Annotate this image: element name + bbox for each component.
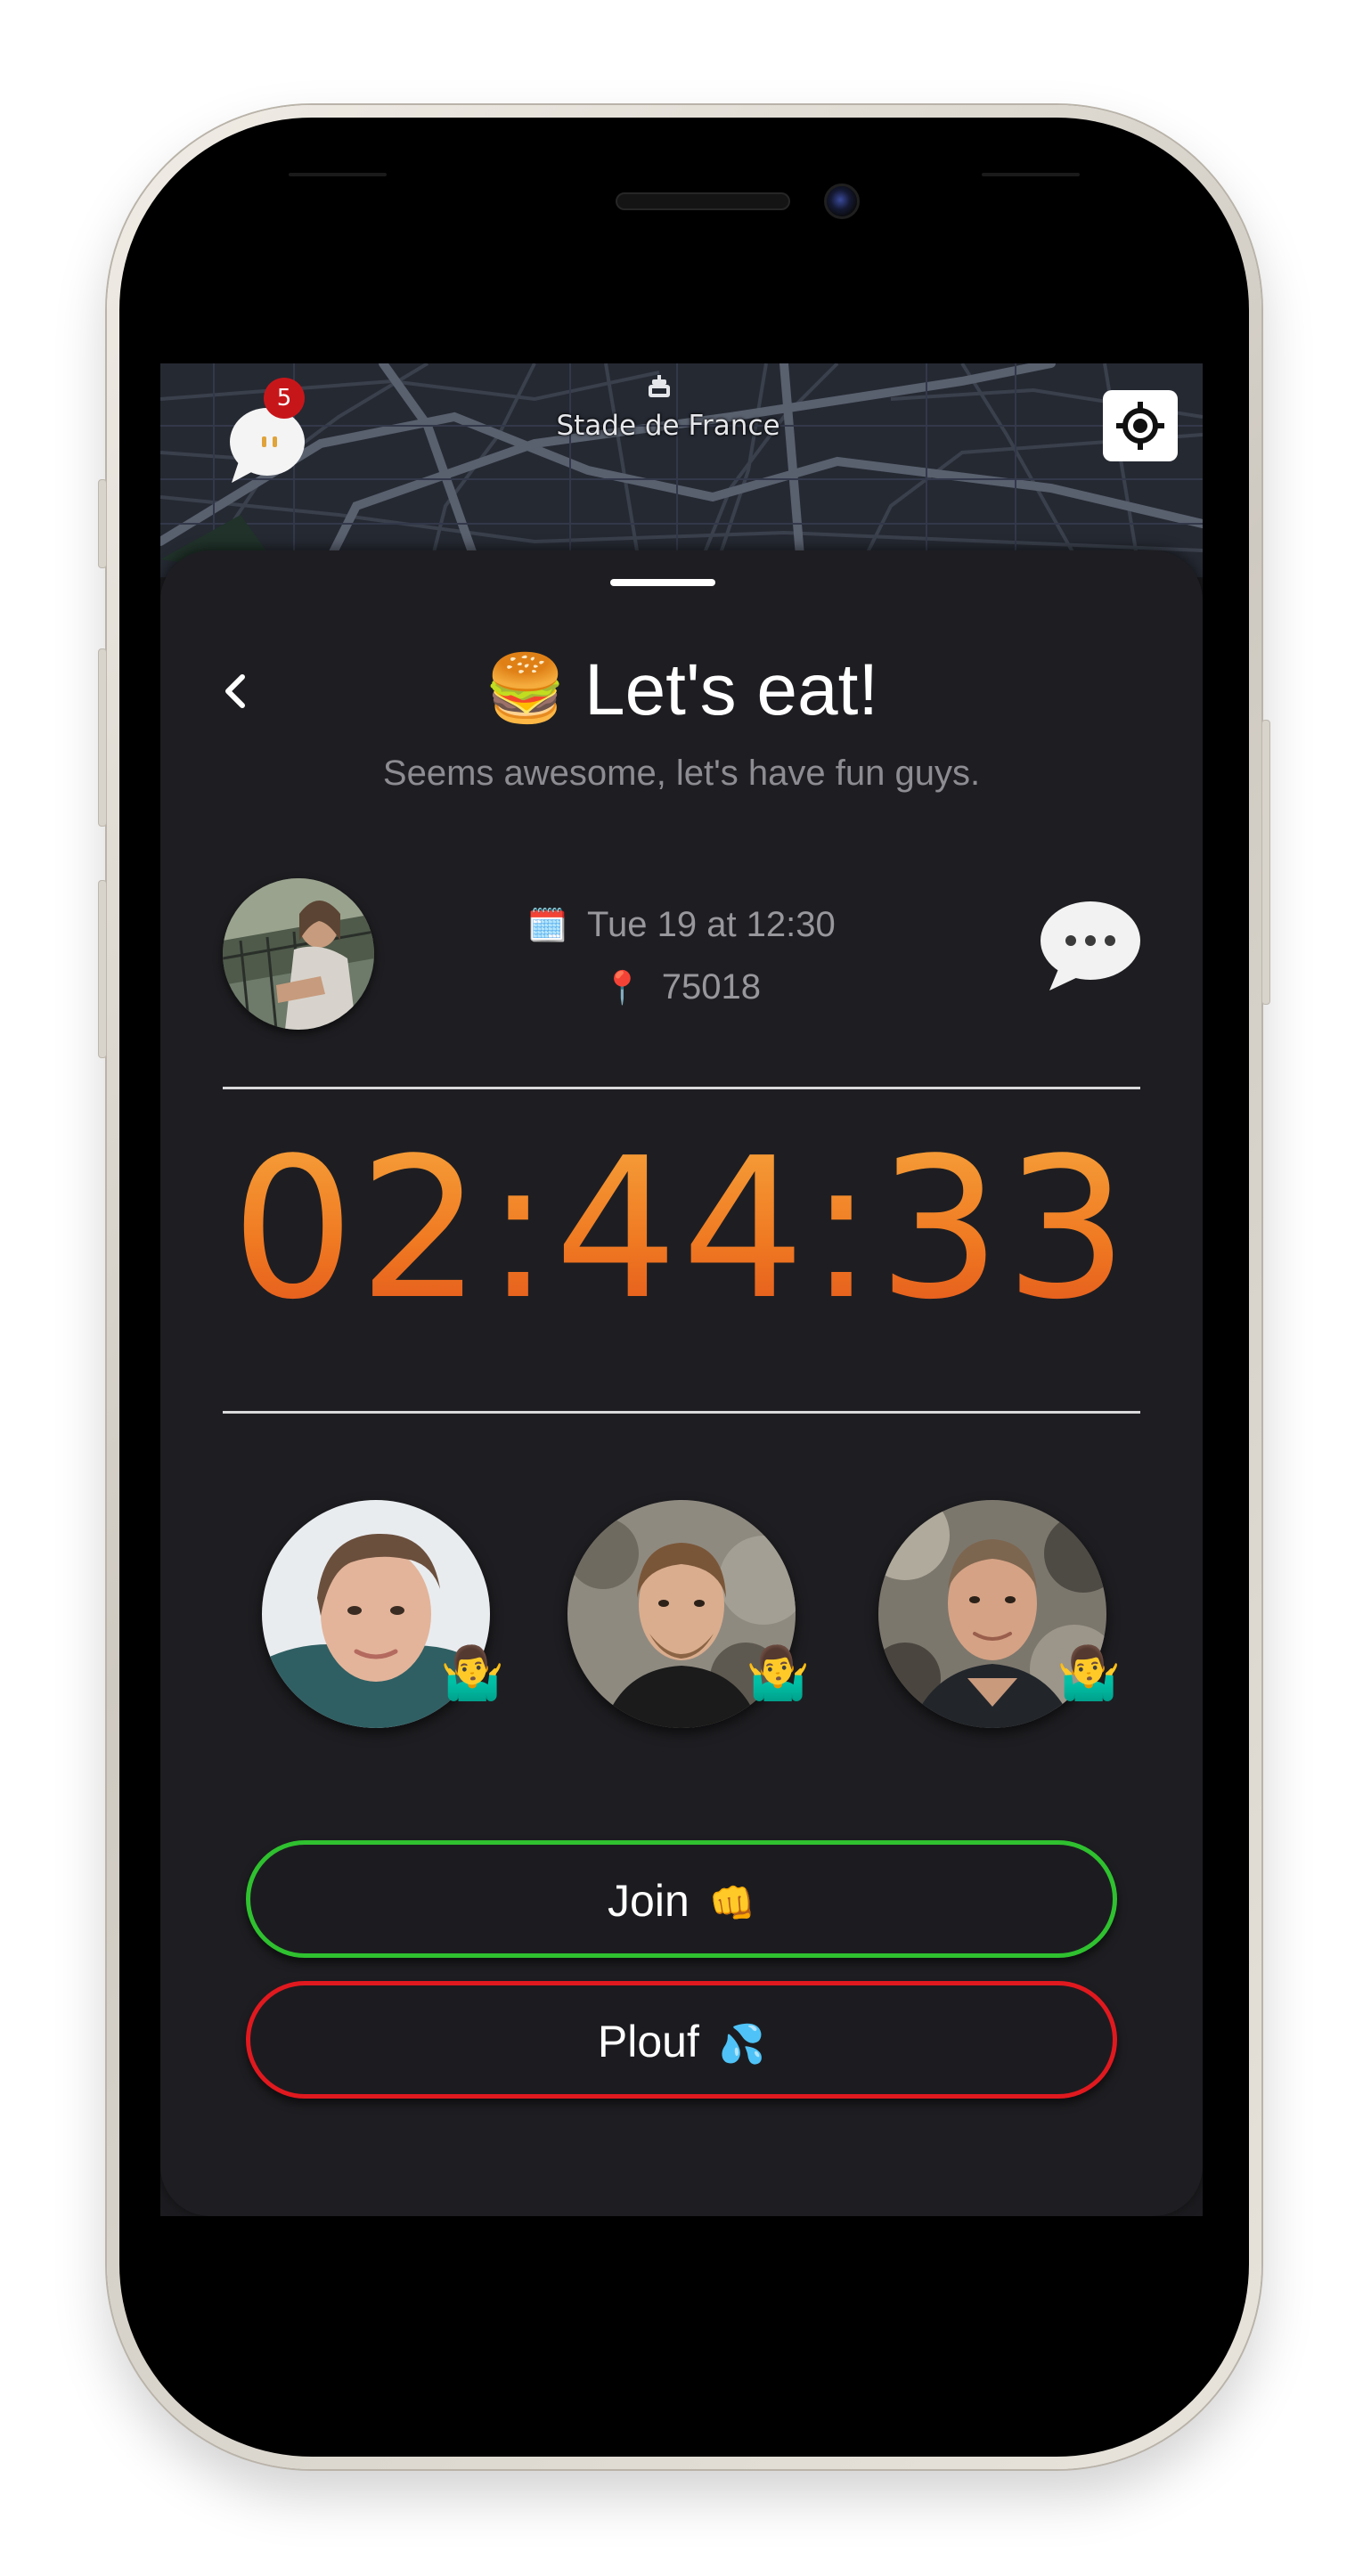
calendar-icon: 🗓️ — [527, 907, 568, 943]
drag-handle[interactable] — [610, 579, 715, 586]
antenna-line-right — [982, 173, 1080, 176]
plouf-button-label: Plouf — [597, 2017, 699, 2067]
divider-top — [223, 1087, 1140, 1089]
shrug-emoji: 🤷‍♂️ — [746, 1644, 811, 1702]
pin-icon: 📍 — [601, 969, 642, 1006]
plouf-button[interactable]: Plouf 💦 — [246, 1981, 1117, 2099]
earpiece-speaker — [616, 192, 790, 210]
burger-icon: 🍔 — [484, 651, 567, 725]
shrug-emoji: 🤷‍♂️ — [1057, 1644, 1122, 1702]
join-button[interactable]: Join 👊 — [246, 1840, 1117, 1958]
silent-switch — [98, 479, 107, 568]
countdown-timer: 02:44:33 — [160, 1133, 1203, 1327]
unread-badge: 5 — [264, 378, 305, 419]
comments-button[interactable] — [1037, 898, 1142, 994]
locate-me-button[interactable] — [1103, 390, 1178, 461]
event-title: 🍔 Let's eat! — [160, 648, 1203, 732]
divider-bottom — [223, 1411, 1140, 1414]
volume-down-button — [98, 880, 107, 1058]
shrug-emoji: 🤷‍♂️ — [440, 1644, 505, 1702]
speech-bubble-dots-icon — [1041, 901, 1140, 990]
map-place-label[interactable]: Stade de France — [552, 410, 784, 442]
event-location: 75018 — [661, 967, 762, 1007]
join-button-label: Join — [608, 1876, 690, 1926]
event-detail-sheet: 🍔 Let's eat! Seems awesome, let's have fu… — [160, 550, 1203, 2216]
participant-avatar[interactable]: 🤷‍♂️ — [567, 1500, 810, 1728]
app-screen: Stade de France 5 🍔 Let's eat! Seems awe… — [160, 363, 1203, 2216]
event-title-text: Let's eat! — [584, 649, 879, 730]
map-streets — [160, 363, 1203, 577]
chat-button[interactable] — [226, 406, 306, 486]
participant-avatar[interactable]: 🤷‍♂️ — [878, 1500, 1121, 1728]
splash-icon: 💦 — [718, 2023, 766, 2065]
crosshair-location-icon — [1116, 402, 1164, 450]
front-camera — [824, 183, 860, 219]
antenna-line-left — [289, 173, 387, 176]
power-button — [1261, 720, 1270, 1005]
volume-up-button — [98, 648, 107, 827]
fist-bump-icon: 👊 — [708, 1882, 755, 1924]
speech-bubble-icon — [230, 408, 305, 483]
participant-avatar[interactable]: 🤷‍♂️ — [262, 1500, 504, 1728]
event-date: Tue 19 at 12:30 — [587, 905, 836, 944]
map-view[interactable]: Stade de France 5 — [160, 363, 1203, 577]
event-description: Seems awesome, let's have fun guys. — [382, 754, 981, 793]
